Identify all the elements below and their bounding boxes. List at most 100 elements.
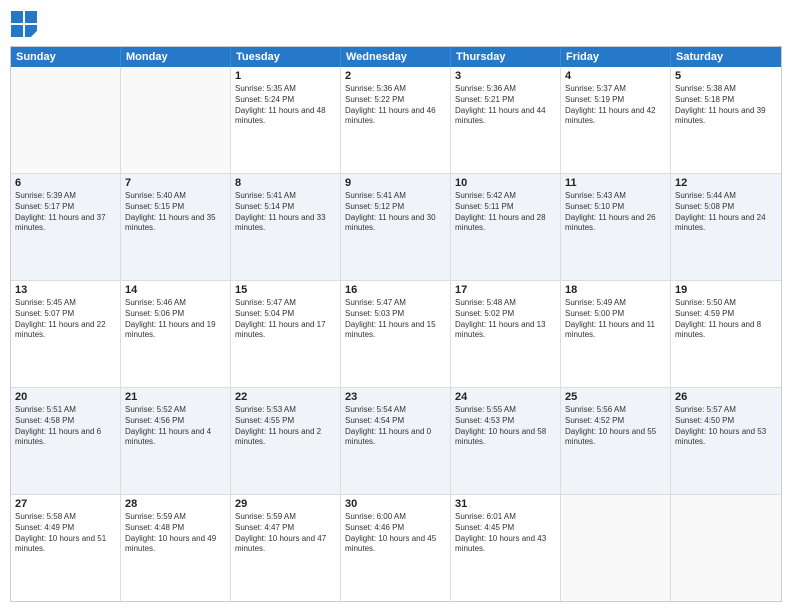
calendar-cell-w3-d0: 20 Sunrise: 5:51 AMSunset: 4:58 PMDayligh… [11,388,121,494]
calendar-cell-w0-d6: 5Sunrise: 5:38 AMSunset: 5:18 PMDaylight… [671,67,781,173]
day-info: Sunrise: 5:52 AMSunset: 4:56 PMDaylight:… [125,405,226,448]
calendar-cell-w4-d1: 28 Sunrise: 5:59 AMSunset: 4:48 PMDayligh… [121,495,231,601]
header-day-wednesday: Wednesday [341,47,451,67]
calendar-cell-w2-d0: 13Sunrise: 5:45 AMSunset: 5:07 PMDayligh… [11,281,121,387]
calendar-cell-w0-d2: 1 Sunrise: 5:35 AMSunset: 5:24 PMDaylight… [231,67,341,173]
day-info: Sunrise: 5:54 AMSunset: 4:54 PMDaylight:… [345,405,446,448]
day-info: Sunrise: 5:49 AMSunset: 5:00 PMDaylight:… [565,298,666,341]
day-info: Sunrise: 5:39 AMSunset: 5:17 PMDaylight:… [15,191,116,234]
page: SundayMondayTuesdayWednesdayThursdayFrid… [0,0,792,612]
day-info: Sunrise: 5:35 AMSunset: 5:24 PMDaylight:… [235,84,336,127]
calendar-cell-w3-d1: 21 Sunrise: 5:52 AMSunset: 4:56 PMDayligh… [121,388,231,494]
day-number: 27 [15,498,116,510]
day-number: 1 [235,70,336,82]
calendar-row-4: 27 Sunrise: 5:58 AMSunset: 4:49 PMDayligh… [11,494,781,601]
day-info: Sunrise: 5:59 AMSunset: 4:48 PMDaylight:… [125,512,226,555]
calendar-cell-w0-d3: 2 Sunrise: 5:36 AMSunset: 5:22 PMDaylight… [341,67,451,173]
day-number: 8 [235,177,336,189]
day-number: 29 [235,498,336,510]
calendar-cell-w0-d0 [11,67,121,173]
day-info: Sunrise: 5:46 AMSunset: 5:06 PMDaylight:… [125,298,226,341]
header [10,10,782,38]
calendar-cell-w2-d1: 14Sunrise: 5:46 AMSunset: 5:06 PMDayligh… [121,281,231,387]
calendar-cell-w4-d6 [671,495,781,601]
calendar-cell-w1-d1: 7 Sunrise: 5:40 AMSunset: 5:15 PMDaylight… [121,174,231,280]
day-info: Sunrise: 5:36 AMSunset: 5:21 PMDaylight:… [455,84,556,127]
calendar-row-2: 13Sunrise: 5:45 AMSunset: 5:07 PMDayligh… [11,280,781,387]
day-info: Sunrise: 5:48 AMSunset: 5:02 PMDaylight:… [455,298,556,341]
day-number: 16 [345,284,446,296]
header-day-thursday: Thursday [451,47,561,67]
day-info: Sunrise: 5:38 AMSunset: 5:18 PMDaylight:… [675,84,777,127]
day-number: 2 [345,70,446,82]
day-info: Sunrise: 5:59 AMSunset: 4:47 PMDaylight:… [235,512,336,555]
day-info: Sunrise: 6:01 AMSunset: 4:45 PMDaylight:… [455,512,556,555]
calendar-cell-w3-d3: 23 Sunrise: 5:54 AMSunset: 4:54 PMDayligh… [341,388,451,494]
day-number: 3 [455,70,556,82]
header-day-sunday: Sunday [11,47,121,67]
calendar-cell-w3-d2: 22Sunrise: 5:53 AMSunset: 4:55 PMDayligh… [231,388,341,494]
day-info: Sunrise: 5:37 AMSunset: 5:19 PMDaylight:… [565,84,666,127]
header-day-friday: Friday [561,47,671,67]
calendar-header: SundayMondayTuesdayWednesdayThursdayFrid… [11,47,781,67]
calendar-cell-w2-d6: 19 Sunrise: 5:50 AMSunset: 4:59 PMDayligh… [671,281,781,387]
calendar-cell-w2-d3: 16 Sunrise: 5:47 AMSunset: 5:03 PMDayligh… [341,281,451,387]
day-info: Sunrise: 5:58 AMSunset: 4:49 PMDaylight:… [15,512,116,555]
calendar-row-3: 20 Sunrise: 5:51 AMSunset: 4:58 PMDayligh… [11,387,781,494]
header-day-monday: Monday [121,47,231,67]
day-info: Sunrise: 5:42 AMSunset: 5:11 PMDaylight:… [455,191,556,234]
calendar-cell-w2-d4: 17 Sunrise: 5:48 AMSunset: 5:02 PMDayligh… [451,281,561,387]
day-number: 21 [125,391,226,403]
day-number: 17 [455,284,556,296]
calendar-cell-w0-d4: 3 Sunrise: 5:36 AMSunset: 5:21 PMDaylight… [451,67,561,173]
logo-icon [10,10,38,38]
day-number: 7 [125,177,226,189]
calendar-cell-w1-d6: 12Sunrise: 5:44 AMSunset: 5:08 PMDayligh… [671,174,781,280]
day-number: 15 [235,284,336,296]
calendar-cell-w4-d5 [561,495,671,601]
day-number: 12 [675,177,777,189]
calendar-cell-w4-d2: 29 Sunrise: 5:59 AMSunset: 4:47 PMDayligh… [231,495,341,601]
calendar-cell-w0-d1 [121,67,231,173]
calendar-row-0: 1 Sunrise: 5:35 AMSunset: 5:24 PMDaylight… [11,67,781,173]
calendar-cell-w1-d4: 10 Sunrise: 5:42 AMSunset: 5:11 PMDayligh… [451,174,561,280]
day-number: 11 [565,177,666,189]
day-info: Sunrise: 5:41 AMSunset: 5:14 PMDaylight:… [235,191,336,234]
day-info: Sunrise: 5:55 AMSunset: 4:53 PMDaylight:… [455,405,556,448]
calendar-cell-w2-d5: 18 Sunrise: 5:49 AMSunset: 5:00 PMDayligh… [561,281,671,387]
day-info: Sunrise: 5:51 AMSunset: 4:58 PMDaylight:… [15,405,116,448]
day-number: 13 [15,284,116,296]
day-number: 28 [125,498,226,510]
day-info: Sunrise: 6:00 AMSunset: 4:46 PMDaylight:… [345,512,446,555]
day-info: Sunrise: 5:57 AMSunset: 4:50 PMDaylight:… [675,405,777,448]
logo [10,10,42,38]
day-info: Sunrise: 5:53 AMSunset: 4:55 PMDaylight:… [235,405,336,448]
day-info: Sunrise: 5:47 AMSunset: 5:03 PMDaylight:… [345,298,446,341]
day-info: Sunrise: 5:40 AMSunset: 5:15 PMDaylight:… [125,191,226,234]
calendar-cell-w0-d5: 4Sunrise: 5:37 AMSunset: 5:19 PMDaylight… [561,67,671,173]
day-number: 26 [675,391,777,403]
day-number: 25 [565,391,666,403]
day-info: Sunrise: 5:36 AMSunset: 5:22 PMDaylight:… [345,84,446,127]
day-info: Sunrise: 5:50 AMSunset: 4:59 PMDaylight:… [675,298,777,341]
day-number: 19 [675,284,777,296]
day-info: Sunrise: 5:43 AMSunset: 5:10 PMDaylight:… [565,191,666,234]
calendar-cell-w4-d0: 27 Sunrise: 5:58 AMSunset: 4:49 PMDayligh… [11,495,121,601]
day-info: Sunrise: 5:47 AMSunset: 5:04 PMDaylight:… [235,298,336,341]
day-number: 31 [455,498,556,510]
header-day-tuesday: Tuesday [231,47,341,67]
calendar-cell-w3-d4: 24Sunrise: 5:55 AMSunset: 4:53 PMDayligh… [451,388,561,494]
calendar-cell-w1-d5: 11 Sunrise: 5:43 AMSunset: 5:10 PMDayligh… [561,174,671,280]
day-number: 18 [565,284,666,296]
header-day-saturday: Saturday [671,47,781,67]
calendar-cell-w3-d6: 26 Sunrise: 5:57 AMSunset: 4:50 PMDayligh… [671,388,781,494]
day-number: 23 [345,391,446,403]
day-info: Sunrise: 5:56 AMSunset: 4:52 PMDaylight:… [565,405,666,448]
day-number: 10 [455,177,556,189]
calendar-cell-w1-d2: 8 Sunrise: 5:41 AMSunset: 5:14 PMDaylight… [231,174,341,280]
calendar: SundayMondayTuesdayWednesdayThursdayFrid… [10,46,782,602]
day-number: 30 [345,498,446,510]
day-number: 20 [15,391,116,403]
calendar-cell-w3-d5: 25 Sunrise: 5:56 AMSunset: 4:52 PMDayligh… [561,388,671,494]
calendar-row-1: 6Sunrise: 5:39 AMSunset: 5:17 PMDaylight… [11,173,781,280]
